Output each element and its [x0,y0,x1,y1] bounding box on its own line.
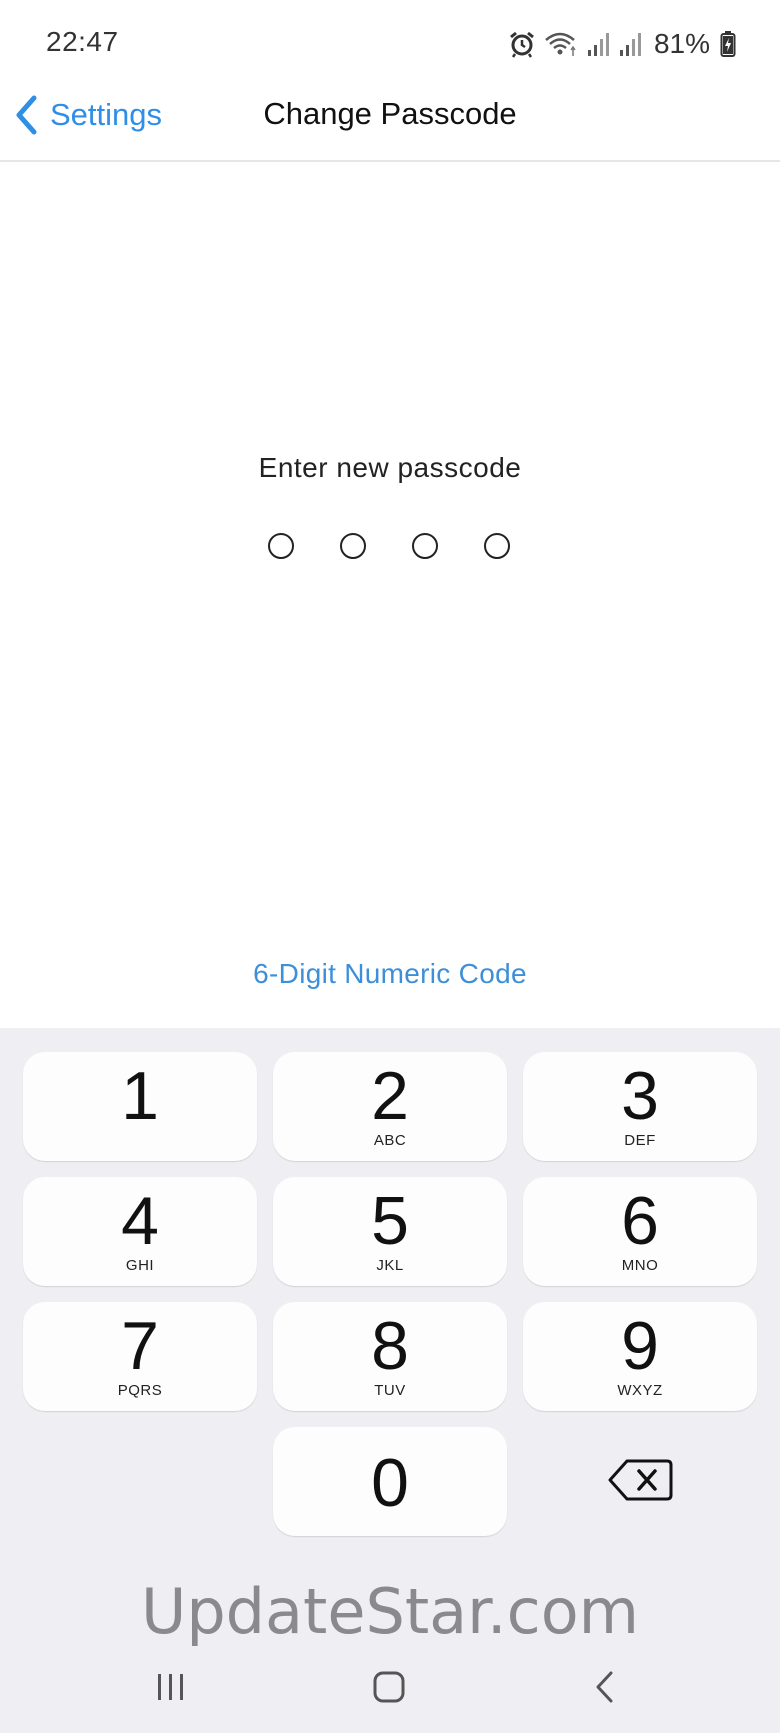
key-letters: PQRS [117,1382,163,1399]
key-digit: 1 [121,1058,159,1134]
key-digit: 7 [121,1308,159,1384]
key-letters: WXYZ [617,1382,663,1399]
key-digit: 4 [121,1183,159,1259]
signal-icon [619,33,641,56]
status-bar: 22:47 81% [0,0,780,90]
recent-apps-icon [158,1674,183,1700]
passcode-dot [412,533,438,559]
key-digit: 5 [371,1183,409,1259]
key-digit: 3 [621,1058,659,1134]
delete-button[interactable] [605,1455,675,1505]
key-9[interactable]: 9 WXYZ [523,1302,757,1411]
passcode-options-link[interactable]: 6-Digit Numeric Code [0,958,780,990]
key-1[interactable]: 1 [23,1052,257,1161]
passcode-prompt: Enter new passcode [258,452,522,483]
key-digit: 6 [621,1183,659,1259]
key-8[interactable]: 8 TUV [273,1302,507,1411]
system-back-button[interactable] [592,1670,618,1709]
battery-percent: 81% [653,28,710,59]
back-icon [596,1671,613,1703]
home-icon [373,1671,405,1703]
key-digit: 8 [371,1308,409,1384]
status-icons: 81% [508,26,736,62]
key-6[interactable]: 6 MNO [523,1177,757,1286]
key-3[interactable]: 3 DEF [523,1052,757,1161]
key-digit: 2 [371,1058,409,1134]
key-2[interactable]: 2 ABC [273,1052,507,1161]
page-title: Change Passcode [263,96,517,131]
key-letters: MNO [621,1257,659,1274]
passcode-dot [268,533,294,559]
key-5[interactable]: 5 JKL [273,1177,507,1286]
wifi-icon [545,32,576,56]
home-button[interactable] [372,1670,406,1709]
signal-icon [587,33,609,56]
recent-apps-button[interactable] [155,1670,187,1709]
key-digit: 9 [621,1308,659,1384]
key-letters: JKL [376,1257,404,1274]
watermark: UpdateStar.com [140,1575,640,1648]
key-letters: DEF [624,1132,656,1149]
key-4[interactable]: 4 GHI [23,1177,257,1286]
alarm-icon [510,31,534,58]
backspace-icon [608,1459,673,1501]
status-time: 22:47 [46,26,119,57]
key-7[interactable]: 7 PQRS [23,1302,257,1411]
passcode-dot [340,533,366,559]
key-letters: ABC [373,1132,407,1149]
passcode-dots [268,533,510,559]
key-letters: GHI [125,1257,155,1274]
key-0[interactable]: 0 [273,1427,507,1536]
key-letters: TUV [374,1382,406,1399]
passcode-dot [484,533,510,559]
system-navigation-bar [0,1650,780,1733]
navigation-bar: Settings Change Passcode [0,80,780,162]
key-digit: 0 [371,1445,409,1521]
battery-charging-icon [720,31,736,57]
